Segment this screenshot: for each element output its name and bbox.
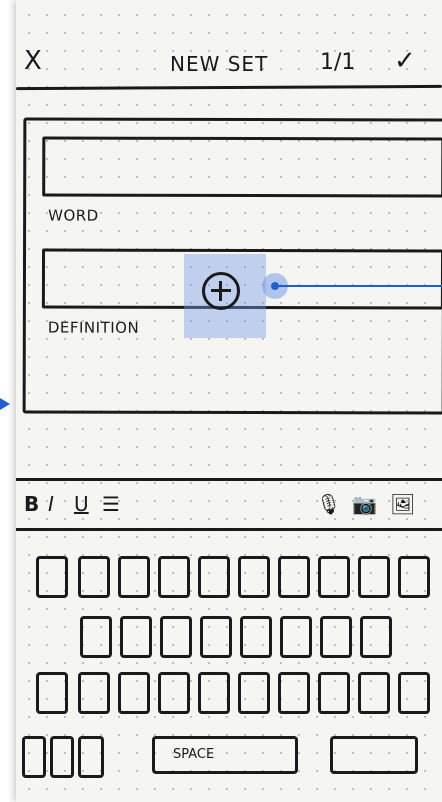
italic-button[interactable]: I <box>48 492 54 516</box>
keyboard-key[interactable] <box>238 672 270 714</box>
header-divider <box>16 84 442 91</box>
sketch-screen: X NEW SET 1/1 ✓ WORD DEFINITION B I U ☰ … <box>16 0 442 802</box>
keyboard-key[interactable] <box>78 672 110 714</box>
keyboard-key[interactable] <box>78 736 104 778</box>
image-icon[interactable]: 🖼 <box>390 492 415 516</box>
keyboard-key[interactable] <box>158 556 190 598</box>
keyboard-key[interactable] <box>36 672 68 714</box>
toolbar-divider-bottom <box>16 528 442 531</box>
keyboard-key[interactable] <box>78 556 110 598</box>
keyboard-key[interactable] <box>320 616 352 658</box>
keyboard-key[interactable] <box>358 672 390 714</box>
keyboard-key[interactable] <box>160 616 192 658</box>
keyboard-key[interactable] <box>280 616 312 658</box>
top-bar: X NEW SET 1/1 ✓ <box>16 40 442 84</box>
hotspot-connector <box>278 285 442 287</box>
space-key[interactable]: SPACE <box>152 736 298 774</box>
keyboard-key[interactable] <box>120 616 152 658</box>
keyboard-key[interactable] <box>50 736 74 778</box>
keyboard-key[interactable] <box>358 556 390 598</box>
keyboard-key[interactable] <box>36 556 68 598</box>
space-key-label: SPACE <box>173 747 215 762</box>
add-card-button[interactable] <box>202 272 240 310</box>
keyboard-key[interactable] <box>278 672 310 714</box>
keyboard-key[interactable] <box>398 556 430 598</box>
keyboard-key[interactable] <box>80 616 112 658</box>
definition-label: DEFINITION <box>47 318 140 337</box>
close-button[interactable]: X <box>24 48 42 74</box>
toolbar-divider-top <box>16 478 442 481</box>
keyboard-key[interactable] <box>360 616 392 658</box>
microphone-icon[interactable]: 🎙 <box>316 492 341 516</box>
keyboard-key[interactable] <box>118 672 150 714</box>
return-key[interactable] <box>330 736 418 774</box>
keyboard-key[interactable] <box>198 672 230 714</box>
word-label: WORD <box>48 206 99 225</box>
keyboard-key[interactable] <box>200 616 232 658</box>
keyboard-key[interactable] <box>22 736 46 778</box>
keyboard-key[interactable] <box>238 556 270 598</box>
keyboard-key[interactable] <box>240 616 272 658</box>
card-counter: 1/1 <box>320 50 356 75</box>
keyboard-key[interactable] <box>118 556 150 598</box>
done-button[interactable]: ✓ <box>394 46 416 76</box>
page-title: NEW SET <box>170 52 269 76</box>
keyboard-key[interactable] <box>158 672 190 714</box>
list-icon[interactable]: ☰ <box>102 492 120 516</box>
keyboard-key[interactable] <box>398 672 430 714</box>
word-input[interactable] <box>42 136 442 198</box>
bold-button[interactable]: B <box>24 492 39 516</box>
keyboard-key[interactable] <box>278 556 310 598</box>
annotation-arrow <box>0 398 10 410</box>
keyboard-key[interactable] <box>318 672 350 714</box>
underline-button[interactable]: U <box>74 492 89 516</box>
camera-icon[interactable]: 📷 <box>352 492 377 516</box>
format-toolbar: B I U ☰ 🎙 📷 🖼 <box>16 478 442 532</box>
keyboard-key[interactable] <box>198 556 230 598</box>
keyboard-key[interactable] <box>318 556 350 598</box>
